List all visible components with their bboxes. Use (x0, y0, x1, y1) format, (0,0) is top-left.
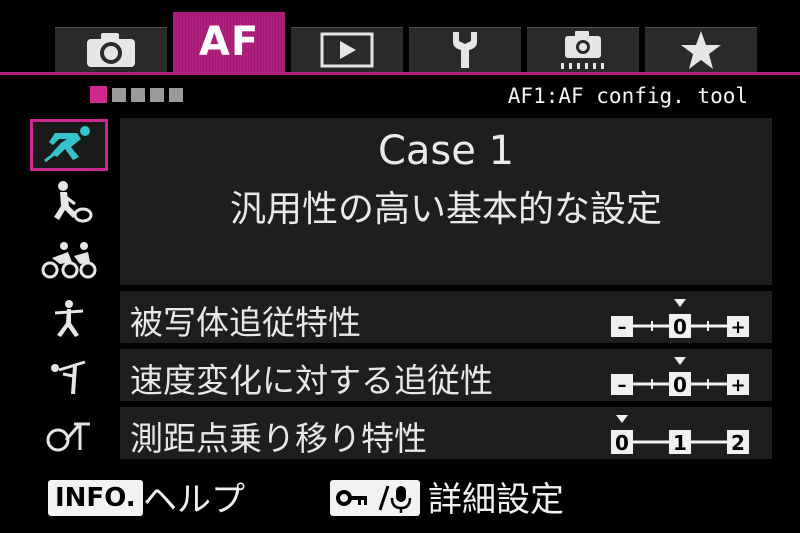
footer-bar: INFO. ヘルプ 詳細設定 (0, 470, 800, 533)
page-dot-active (90, 86, 107, 103)
tab-mymenu[interactable] (645, 27, 757, 72)
help-label: ヘルプ (143, 480, 245, 520)
tab-af-label: AF (198, 19, 260, 65)
tab-playback[interactable] (291, 27, 403, 72)
case-4-button[interactable] (30, 295, 108, 347)
page-dot (150, 88, 164, 102)
param-row-tracking-sensitivity[interactable]: 被写体追従特性 – 0 + (120, 291, 772, 343)
info-button-badge[interactable]: INFO. (48, 480, 143, 516)
zero-to-two-scale: 0 1 2 (611, 415, 749, 455)
scale-plus: + (730, 375, 745, 396)
sprinter-icon (41, 123, 97, 167)
case-5-button[interactable] (30, 352, 108, 404)
tab-af[interactable]: AF (173, 12, 285, 72)
tab-custom[interactable] (527, 27, 639, 72)
param-label: 測距点乗り移り特性 (130, 419, 427, 458)
case-title: Case 1 (377, 128, 515, 174)
cyclists-icon (40, 240, 98, 284)
case-1-button[interactable] (30, 119, 108, 171)
tennis-player-icon (43, 180, 95, 228)
playback-icon (320, 32, 374, 68)
case-subtitle: 汎用性の高い基本的な設定 (229, 189, 662, 230)
custom-functions-icon (555, 30, 611, 70)
param-label: 被写体追従特性 (130, 303, 361, 342)
detail-settings-label: 詳細設定 (428, 480, 564, 520)
page-dot (112, 88, 126, 102)
page-dot (131, 88, 145, 102)
scale-zero: 0 (673, 373, 687, 397)
menu-tab-bar: AF (0, 0, 800, 72)
case-3-button[interactable] (30, 236, 108, 288)
scale-one: 1 (673, 431, 687, 455)
key-microphone-icon (336, 485, 412, 513)
case-6-button[interactable] (30, 410, 108, 462)
skater-icon (47, 299, 91, 343)
scale-two: 2 (731, 431, 745, 455)
scale-minus: – (618, 375, 627, 396)
case-description-panel: Case 1 汎用性の高い基本的な設定 (120, 118, 772, 285)
scale-plus: + (730, 317, 745, 338)
wrench-icon (447, 30, 483, 70)
param-row-af-point-switching[interactable]: 測距点乗り移り特性 0 1 2 (120, 407, 772, 459)
sub-header: AF1:AF config. tool (0, 72, 800, 114)
flexible-case-icon (44, 414, 94, 458)
camera-icon (85, 31, 137, 69)
gymnast-icon (45, 356, 93, 400)
param-row-accel-decel-tracking[interactable]: 速度変化に対する追従性 – 0 + (120, 349, 772, 401)
page-indicator (90, 86, 183, 103)
tab-shooting[interactable] (55, 27, 167, 72)
page-dot (169, 88, 183, 102)
plus-minus-scale: – 0 + (611, 357, 749, 397)
param-label: 速度変化に対する追従性 (130, 361, 493, 400)
scale-zero: 0 (673, 315, 687, 339)
tab-setup[interactable] (409, 27, 521, 72)
scale-minus: – (618, 317, 627, 338)
scale-zero: 0 (615, 431, 629, 455)
plus-minus-scale: – 0 + (611, 299, 749, 339)
star-icon (680, 30, 722, 70)
case-2-button[interactable] (30, 178, 108, 230)
menu-path-label: AF1:AF config. tool (507, 84, 748, 108)
protect-voice-button-badge[interactable] (330, 480, 420, 516)
